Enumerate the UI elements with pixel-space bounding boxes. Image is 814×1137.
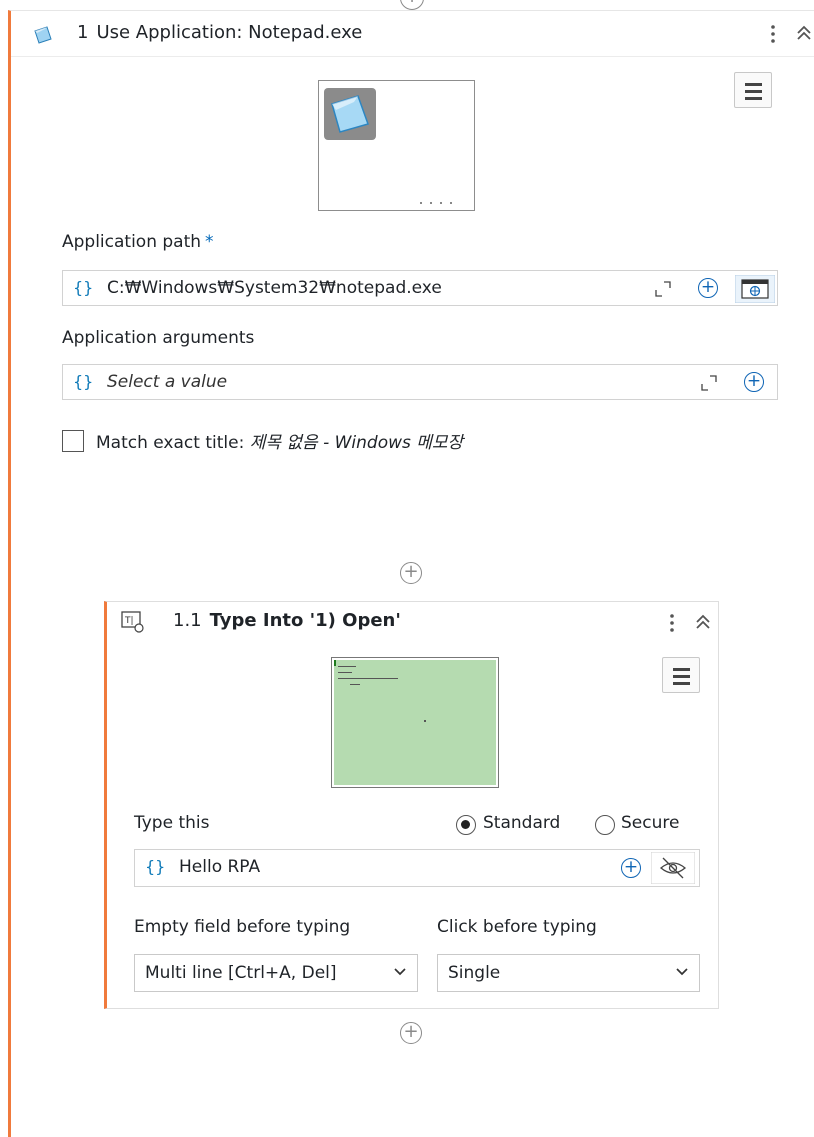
type-this-label: Type this: [134, 813, 210, 833]
notepad-icon: [34, 26, 52, 44]
chevron-down-icon: [394, 968, 406, 976]
click-before-label: Click before typing: [437, 917, 597, 937]
kebab-icon[interactable]: [766, 19, 780, 49]
standard-label: Standard: [483, 813, 561, 833]
activity-title: 1 Use Application: Notepad.exe: [77, 22, 362, 43]
browser-icon[interactable]: [735, 275, 775, 303]
svg-text:T|: T|: [124, 616, 134, 626]
type-into-icon: T|: [121, 611, 144, 633]
type-into-menu-button[interactable]: [662, 657, 700, 693]
match-exact-title-value: 제목 없음 - Windows 메모장: [249, 433, 464, 453]
match-exact-title-checkbox[interactable]: [62, 430, 84, 452]
application-path-label-text: Application path: [62, 232, 202, 252]
type-into-header[interactable]: T| 1.1 Type Into '1) Open': [107, 602, 719, 642]
application-arguments-placeholder[interactable]: Select a value: [107, 372, 227, 392]
chevron-down-icon: [676, 968, 688, 976]
empty-field-select[interactable]: Multi line [Ctrl+A, Del]: [134, 954, 418, 992]
expand-icon[interactable]: [701, 375, 717, 391]
activity-number: 1: [77, 22, 89, 43]
target-screenshot-thumbnail[interactable]: [331, 657, 499, 788]
expand-icon[interactable]: [655, 281, 671, 297]
activity-title-text: Use Application: Notepad.exe: [96, 22, 363, 43]
application-screenshot-thumbnail[interactable]: [318, 80, 475, 211]
notepad-thumb-icon: [324, 88, 376, 140]
empty-field-label: Empty field before typing: [134, 917, 351, 937]
type-this-value[interactable]: Hello RPA: [179, 857, 260, 877]
match-exact-title-label: Match exact title:: [96, 433, 245, 453]
expression-braces-icon[interactable]: {}: [145, 857, 165, 876]
type-this-field[interactable]: {} Hello RPA +: [134, 849, 700, 887]
kebab-icon[interactable]: [665, 608, 679, 638]
collapse-icon[interactable]: [693, 610, 713, 634]
application-path-field[interactable]: {} C:₩Windows₩System32₩notepad.exe +: [62, 270, 778, 306]
click-before-value[interactable]: Single: [448, 963, 500, 983]
thumb-status-dots: [420, 202, 452, 204]
standard-radio[interactable]: [456, 815, 476, 835]
hamburger-menu-button[interactable]: [734, 72, 772, 108]
type-into-title-text: Type Into '1) Open': [209, 610, 401, 631]
application-path-value[interactable]: C:₩Windows₩System32₩notepad.exe: [107, 278, 442, 298]
expression-braces-icon[interactable]: {}: [73, 278, 93, 297]
add-activity-button[interactable]: +: [400, 562, 422, 584]
thumb-text-lines: [334, 660, 426, 722]
expression-braces-icon[interactable]: {}: [73, 372, 93, 391]
plus-circle-icon[interactable]: +: [698, 278, 718, 298]
add-activity-top-button[interactable]: +: [400, 0, 424, 10]
add-activity-bottom-button[interactable]: +: [400, 1022, 422, 1044]
workflow-canvas: + 1 Use Application: Notepad.exe: [0, 0, 814, 1137]
application-arguments-label: Application arguments: [62, 328, 255, 348]
application-arguments-field[interactable]: {} Select a value +: [62, 364, 778, 400]
required-marker: *: [205, 232, 214, 252]
collapse-icon[interactable]: [794, 21, 814, 45]
type-into-number: 1.1: [173, 610, 202, 631]
match-exact-title-text: Match exact title: 제목 없음 - Windows 메모장: [96, 428, 463, 453]
secure-label: Secure: [621, 813, 680, 833]
application-path-label: Application path *: [62, 232, 214, 252]
click-before-select[interactable]: Single: [437, 954, 700, 992]
secure-radio[interactable]: [595, 815, 615, 835]
activity-header[interactable]: 1 Use Application: Notepad.exe: [11, 11, 814, 57]
plus-circle-icon[interactable]: +: [744, 372, 764, 392]
eye-off-icon[interactable]: [651, 852, 695, 884]
plus-circle-icon[interactable]: +: [621, 858, 641, 878]
empty-field-value[interactable]: Multi line [Ctrl+A, Del]: [145, 963, 337, 983]
type-into-title: 1.1 Type Into '1) Open': [173, 610, 401, 631]
